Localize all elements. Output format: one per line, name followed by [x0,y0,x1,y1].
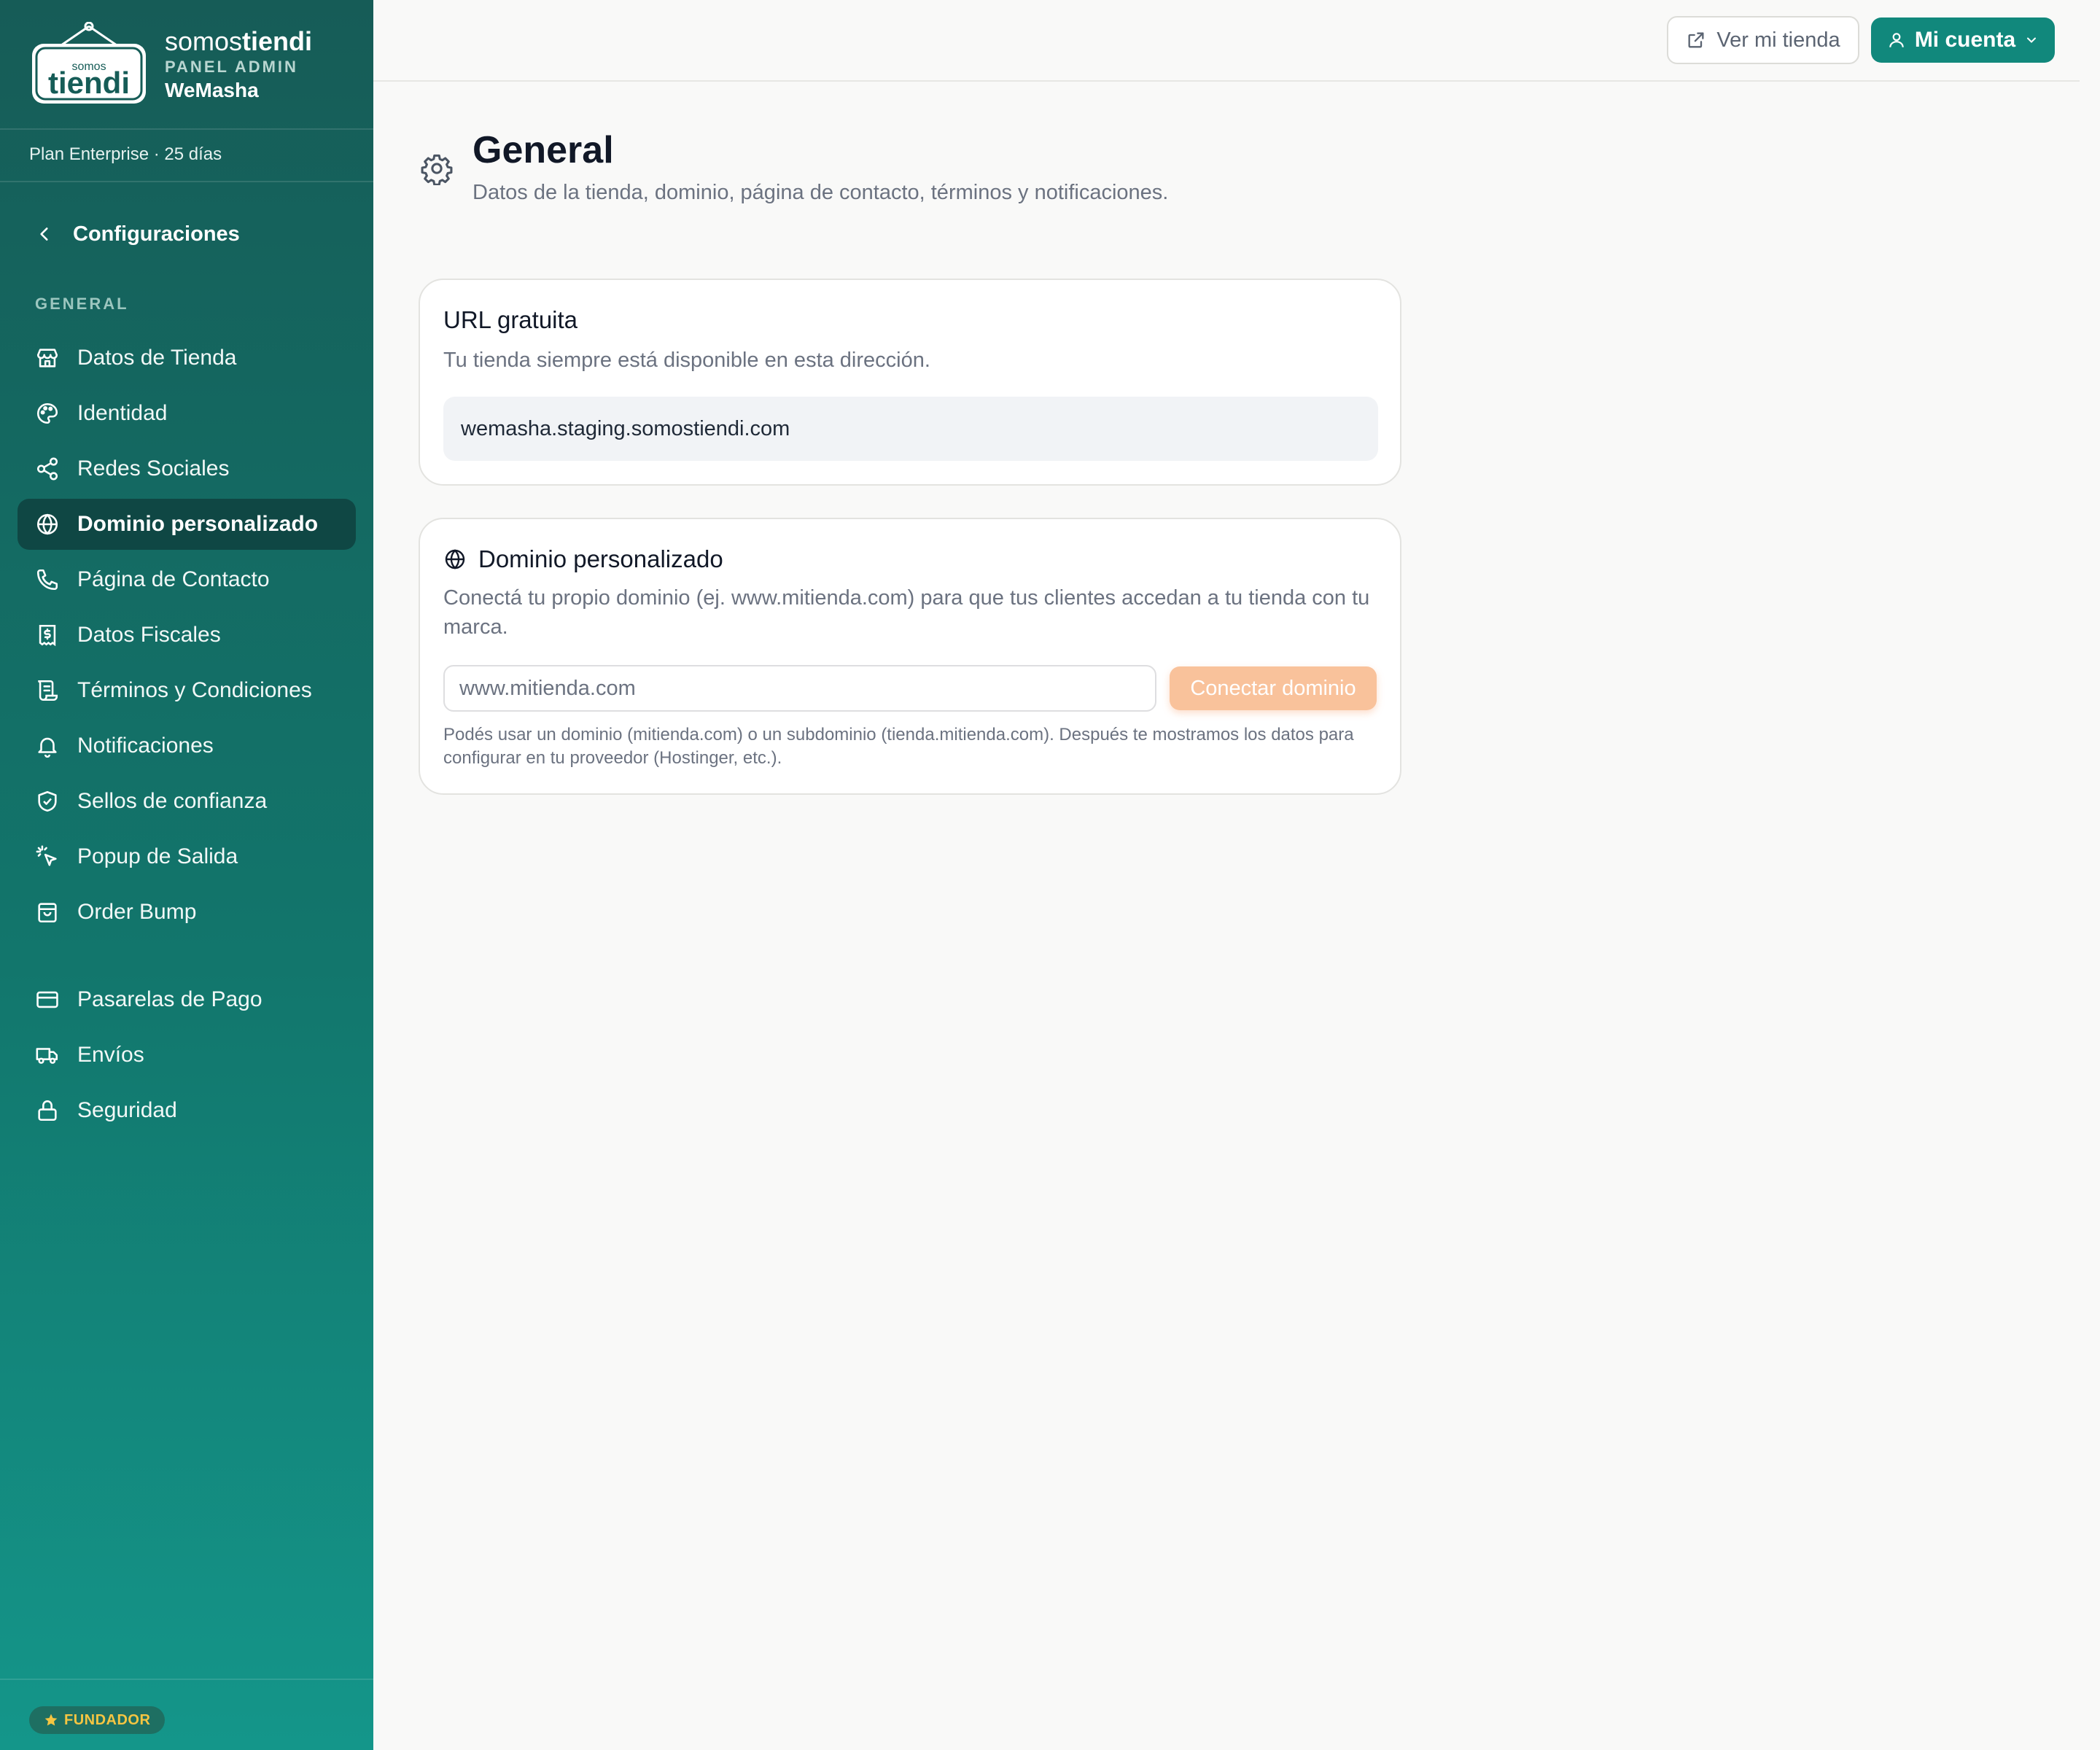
account-menu-button[interactable]: Mi cuenta [1871,18,2055,63]
page-title: General [472,129,614,171]
sidebar-item-label: Términos y Condiciones [77,678,312,702]
nav-other: Pasarelas de Pago Envíos Seguridad [18,974,356,1140]
sidebar-item-label: Envíos [77,1043,144,1067]
free-url-card: URL gratuita Tu tienda siempre está disp… [419,279,1401,486]
star-icon [44,1714,58,1726]
custom-domain-title: Dominio personalizado [478,545,723,572]
sidebar-item-label: Popup de Salida [77,844,238,868]
back-label: Configuraciones [73,222,240,246]
sidebar-item-dominio-personalizado[interactable]: Dominio personalizado [18,499,356,550]
chevron-left-icon [40,228,48,241]
free-url-title: URL gratuita [443,306,578,333]
brand-text: somostiendi PANEL ADMIN WeMasha [165,26,312,104]
external-link-icon [1688,32,1704,48]
account-label: Mi cuenta [1914,28,2016,52]
globe-icon [36,513,58,535]
panel-admin-label: PANEL ADMIN [165,58,298,76]
custom-domain-card: Dominio personalizado Conectá tu propio … [419,518,1401,795]
fundador-badge: FUNDADOR [29,1706,166,1734]
custom-domain-header: Dominio personalizado [443,545,723,573]
brand: somos tiendi somostiendi PANEL ADMIN WeM… [29,22,365,109]
sidebar-item-redes-sociales[interactable]: Redes Sociales [18,443,356,494]
brand-name: somostiendi [165,26,313,56]
scroll-icon [38,680,58,701]
sidebar-item-pasarelas-de-pago[interactable]: Pasarelas de Pago [18,974,356,1025]
sidebar-item-label: Dominio personalizado [77,512,319,536]
receipt-icon [39,624,56,647]
store-name: WeMasha [165,79,259,101]
chevron-down-icon [2027,37,2037,43]
sidebar-item-label: Página de Contacto [77,567,270,591]
globe-icon [445,549,465,569]
sidebar-item-notificaciones[interactable]: Notificaciones [18,720,356,771]
view-store-label: Ver mi tienda [1716,28,1840,52]
connect-domain-button[interactable]: Conectar dominio [1170,666,1377,710]
sidebar-item-identidad[interactable]: Identidad [18,388,356,439]
page-subtitle: Datos de la tienda, dominio, página de c… [472,181,1169,204]
logo-big-text: tiendi [48,66,130,100]
sidebar-item-seguridad[interactable]: Seguridad [18,1085,356,1136]
sidebar-item-label: Datos Fiscales [77,623,221,647]
share-icon [36,457,58,481]
sidebar-item-datos-fiscales[interactable]: Datos Fiscales [18,610,356,661]
custom-domain-description: Conectá tu propio dominio (ej. www.mitie… [443,586,1370,639]
domain-hint: Podés usar un dominio (mitienda.com) o u… [443,725,1354,768]
sidebar-item-label: Datos de Tienda [77,346,237,370]
phone-icon [36,569,58,591]
sidebar-item-popup-de-salida[interactable]: Popup de Salida [18,831,356,882]
sidebar-item-label: Redes Sociales [77,456,230,481]
section-label-general: GENERAL [35,295,129,313]
sidebar-item-label: Order Bump [77,900,197,924]
sidebar-item-terminos-y-condiciones[interactable]: Términos y Condiciones [18,665,356,716]
logo-sign: somos tiendi [32,22,146,104]
back-to-configuraciones[interactable]: Configuraciones [35,216,240,252]
sidebar-item-label: Notificaciones [77,734,214,758]
truck-icon [36,1048,58,1064]
sidebar-item-sellos-de-confianza[interactable]: Sellos de confianza [18,776,356,827]
sidebar-item-pagina-de-contacto[interactable]: Página de Contacto [18,554,356,605]
view-store-button[interactable]: Ver mi tienda [1667,16,1859,64]
bag-icon [38,903,57,923]
sidebar-footer: FUNDADOR [0,1679,373,1750]
shield-icon [38,790,57,812]
credit-card-icon [36,991,58,1008]
domain-input[interactable] [443,665,1156,712]
badge-label: FUNDADOR [64,1711,151,1728]
pointer-click-icon [36,845,57,866]
gear-icon [421,154,453,185]
user-icon [1889,33,1904,47]
free-url-description: Tu tienda siempre está disponible en est… [443,349,930,372]
free-url-value: wemasha.staging.somostiendi.com [443,397,1378,461]
sidebar-item-datos-de-tienda[interactable]: Datos de Tienda [18,332,356,384]
bell-icon [38,737,57,758]
sidebar-item-label: Pasarelas de Pago [77,987,262,1011]
plan-info: Plan Enterprise · 25 días [0,128,373,182]
lock-icon [38,1100,57,1121]
sidebar-item-envios[interactable]: Envíos [18,1030,356,1081]
sidebar-item-label: Seguridad [77,1098,177,1122]
sidebar-item-label: Sellos de confianza [77,789,268,813]
palette-icon [36,402,58,424]
sidebar: somos tiendi somostiendi PANEL ADMIN WeM… [0,0,373,1750]
sidebar-item-label: Identidad [77,401,168,425]
nav-general: Datos de Tienda Identidad Redes Sociales… [18,332,356,942]
store-icon [36,349,58,368]
sidebar-item-order-bump[interactable]: Order Bump [18,887,356,938]
